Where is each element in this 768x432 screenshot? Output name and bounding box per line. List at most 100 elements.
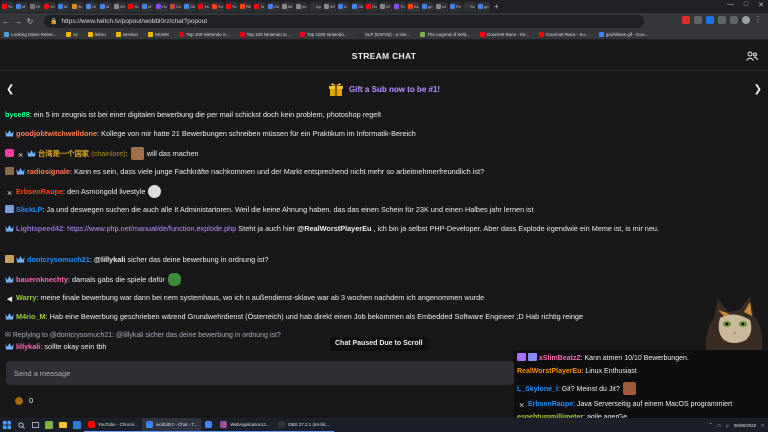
browser-tab[interactable]: he (295, 1, 308, 12)
browser-tab[interactable]: Yo (127, 1, 140, 12)
bookmark-item[interactable]: Gourmet Race - Kir... (479, 32, 529, 37)
channel-points[interactable]: 0 (15, 396, 33, 405)
bookmark-item[interactable]: Looking Glass Relea... (4, 32, 56, 37)
browser-tab[interactable]: go (477, 1, 490, 12)
browser-tab[interactable]: Ri (29, 1, 42, 12)
browser-tab[interactable]: Ac (407, 1, 420, 12)
browser-tab[interactable]: Th (393, 1, 406, 12)
maximize-icon[interactable]: □ (744, 1, 748, 9)
chat-link[interactable]: https://www.php.net/manual/de/function.e… (67, 224, 236, 233)
browser-tab[interactable]: Yo (43, 1, 56, 12)
browser-tab[interactable]: Gi (85, 1, 98, 12)
extension-icon[interactable] (694, 16, 702, 24)
browser-tab[interactable]: Ce (169, 1, 182, 12)
chat-username[interactable]: dontcrysomuch21 (27, 255, 90, 264)
pinned-app-icon[interactable] (70, 418, 84, 432)
extension-icon[interactable] (706, 16, 714, 24)
browser-tab[interactable]: Pe (449, 1, 462, 12)
url-bar[interactable]: 🔒 https://www.twitch.tv/popout/wobbl0rz/… (44, 15, 644, 28)
windows-start-icon[interactable] (0, 418, 14, 432)
browser-tab[interactable]: Ini (435, 1, 448, 12)
bookmark-item[interactable]: session (115, 32, 138, 37)
bookmark-item[interactable]: ULP (ESP32) - a sim... (357, 32, 410, 37)
browser-tab[interactable]: Re (239, 1, 252, 12)
bookmark-item[interactable]: Top 100 Nintendo S... (179, 32, 230, 37)
bookmark-item[interactable]: Top 1000 nintendo... (299, 32, 348, 37)
close-icon[interactable]: ✕ (758, 1, 764, 9)
chat-mention[interactable]: @RealWorstPlayerEu (297, 224, 371, 233)
browser-tab[interactable]: Ro (211, 1, 224, 12)
chevron-right-icon[interactable]: ❯ (754, 84, 762, 95)
new-tab-icon[interactable]: + (494, 2, 499, 11)
bookmark-item[interactable]: lektro (87, 32, 106, 37)
puzzle-icon[interactable] (730, 16, 738, 24)
browser-tab[interactable]: M (99, 1, 112, 12)
browser-tab[interactable]: M (57, 1, 70, 12)
menu-icon[interactable]: ⋮ (754, 16, 762, 24)
network-icon[interactable]: □ (718, 423, 721, 428)
browser-tab[interactable]: Hc (155, 1, 168, 12)
extension-icon[interactable] (718, 16, 726, 24)
browser-tab[interactable]: Sc (463, 1, 476, 12)
browser-tab[interactable]: W (379, 1, 392, 12)
task-view-icon[interactable] (28, 418, 42, 432)
bookmark-item[interactable]: gachibass gif - Goo... (598, 32, 648, 37)
browser-tab[interactable]: Wi (323, 1, 336, 12)
users-icon[interactable] (746, 51, 758, 61)
extension-icon[interactable] (682, 16, 690, 24)
back-icon[interactable]: ← (0, 17, 12, 26)
chat-username[interactable]: ErbsenRaupe (16, 187, 63, 196)
search-icon[interactable] (14, 418, 28, 432)
browser-tab[interactable]: Wi (113, 1, 126, 12)
chat-username[interactable]: lillykali (16, 342, 40, 351)
gift-sub-banner[interactable]: Gift a Sub now to be #1! (0, 72, 768, 106)
browser-tab[interactable]: Su (365, 1, 378, 12)
taskbar-app[interactable]: OBS 27.2.1 (64-bit,... (273, 418, 335, 432)
chat-input[interactable]: Send a message (6, 361, 514, 385)
bookmark-item[interactable]: The Legend of Zeld... (420, 32, 470, 37)
forward-icon[interactable]: → (12, 17, 24, 26)
chat-username[interactable]: goodjobtwitchwelldone (16, 129, 97, 138)
browser-tab[interactable]: M (141, 1, 154, 12)
chat-message-list[interactable]: byce88: ein 5 im zeugnis ist bei einer d… (0, 106, 768, 356)
browser-tab[interactable]: go (421, 1, 434, 12)
bookmark-item[interactable]: MUSIK (148, 32, 169, 37)
chat-username[interactable]: SlickLP (16, 205, 42, 214)
browser-tab[interactable]: Ge (183, 1, 196, 12)
browser-tab[interactable]: Ap (309, 1, 322, 12)
browser-tab[interactable]: A (337, 1, 350, 12)
chat-mention[interactable]: @lillykali (94, 255, 125, 264)
reload-icon[interactable]: ↻ (24, 17, 36, 26)
bookmark-item[interactable]: Gourmet Race - Su... (539, 32, 589, 37)
chat-paused-button[interactable]: Chat Paused Due to Scroll (330, 337, 428, 351)
chat-username[interactable]: bauernknechty (16, 275, 68, 284)
taskbar-app[interactable]: WebApplication11... (216, 418, 274, 432)
browser-tab[interactable]: To (253, 1, 266, 12)
browser-tab[interactable]: M (15, 1, 28, 12)
clock-date[interactable]: 06/06/2022 (734, 423, 757, 428)
profile-avatar[interactable] (742, 16, 750, 24)
browser-tab[interactable]: Yo (225, 1, 238, 12)
chat-username[interactable]: byce88 (5, 110, 30, 119)
bookmark-item[interactable]: ss (66, 32, 78, 37)
browser-tab[interactable]: Ge (267, 1, 280, 12)
chat-username[interactable]: M4rio_M (16, 312, 46, 321)
browser-tab[interactable]: Yo (1, 1, 14, 12)
taskbar-app[interactable]: wobbl0rz - Chat - T... (141, 418, 202, 432)
taskbar-app[interactable]: YouTube - Chromi... (84, 418, 142, 432)
browser-tab[interactable]: Ar (71, 1, 84, 12)
volume-icon[interactable]: ♫ (725, 423, 728, 428)
chevron-left-icon[interactable]: ❮ (6, 84, 14, 95)
notifications-icon[interactable]: □ (761, 423, 764, 428)
browser-tab[interactable]: Ge (351, 1, 364, 12)
chat-username[interactable]: Lightspeed42 (16, 224, 63, 233)
folder-icon[interactable] (56, 418, 70, 432)
chat-username[interactable]: radiosignale (27, 167, 70, 176)
chat-username[interactable]: Warry (16, 293, 36, 302)
tray-chevron-icon[interactable]: ⌃ (709, 422, 713, 428)
chat-username[interactable]: 台湾是一个国家 (38, 149, 89, 158)
browser-tab[interactable]: htt (281, 1, 294, 12)
browser-tab[interactable]: Ya (197, 1, 210, 12)
bookmark-item[interactable]: Top 100 Nintendo S... (239, 32, 290, 37)
pinned-app-icon[interactable] (42, 418, 56, 432)
